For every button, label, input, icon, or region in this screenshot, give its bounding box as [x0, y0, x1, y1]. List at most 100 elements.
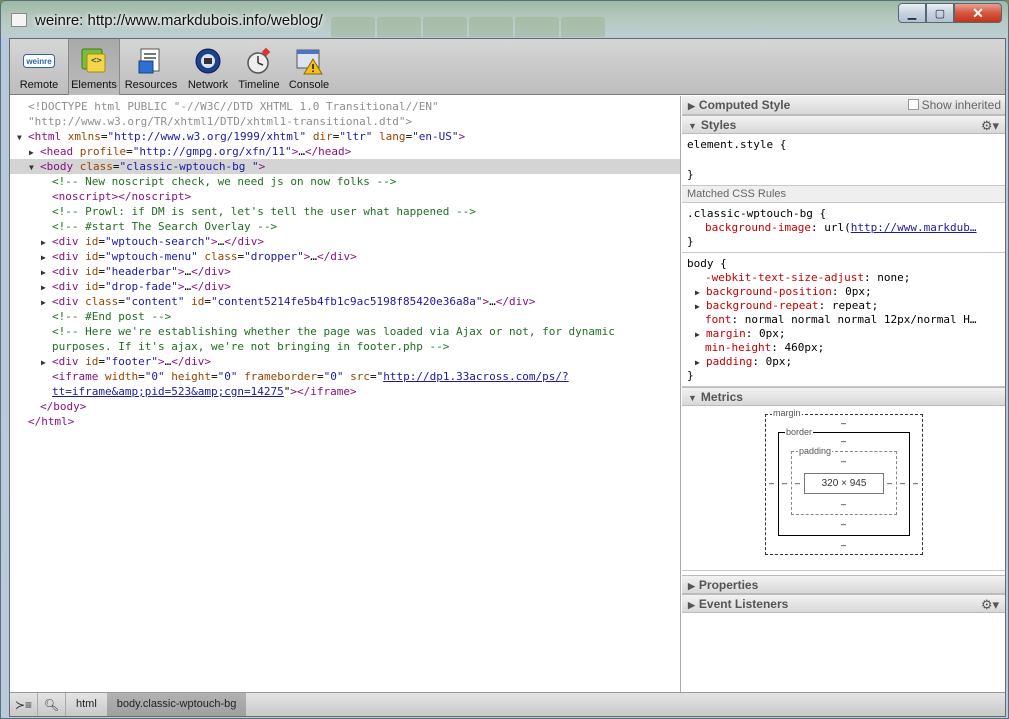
dom-node-comment[interactable]: <!-- #End post -->	[10, 309, 680, 324]
collapsed-triangle-icon[interactable]: ▶	[41, 250, 52, 264]
toolbar: weinre Remote <> Elements Resources Netw…	[10, 39, 1005, 95]
toolbar-remote[interactable]: weinre Remote	[10, 39, 68, 95]
dom-node-div-menu[interactable]: ▶ <div id="wptouch-menu" class="dropper">…	[10, 249, 680, 264]
styles-header[interactable]: ▼ Styles ⚙▾	[682, 115, 1005, 134]
dom-node-close-html[interactable]: </html>	[10, 414, 680, 429]
computed-style-header[interactable]: ▶ Computed Style Show inherited	[682, 96, 1005, 115]
dom-node-body[interactable]: ▼ <body class="classic-wptouch-bg ">	[10, 159, 680, 174]
toolbar-console-label: Console	[288, 79, 330, 91]
margin-label: margin	[772, 408, 802, 418]
show-inherited-toggle[interactable]: Show inherited	[907, 96, 1001, 114]
app-icon	[11, 13, 27, 27]
collapsed-triangle-icon[interactable]: ▶	[695, 286, 706, 299]
background-image-link[interactable]: http://www.markdub…	[851, 221, 977, 234]
properties-header[interactable]: ▶ Properties	[682, 575, 1005, 594]
dom-node-div-footer[interactable]: ▶ <div id="footer">…</div>	[10, 354, 680, 369]
inspector-client: weinre Remote <> Elements Resources Netw…	[9, 38, 1006, 717]
toolbar-elements-label: Elements	[71, 79, 117, 91]
svg-text:<>: <>	[91, 56, 102, 66]
dock-console-button[interactable]: ≻≡	[10, 693, 38, 716]
close-button[interactable]: ✕	[954, 3, 1002, 23]
dom-node-div-search[interactable]: ▶ <div id="wptouch-search">…</div>	[10, 234, 680, 249]
dom-tree[interactable]: <!DOCTYPE html PUBLIC "-//W3C//DTD XHTML…	[10, 96, 681, 692]
toolbar-timeline-label: Timeline	[238, 79, 280, 91]
gear-icon[interactable]: ⚙▾	[981, 596, 999, 614]
metrics-header[interactable]: ▼ Metrics	[682, 387, 1005, 406]
toolbar-network[interactable]: Network	[182, 39, 234, 95]
search-button[interactable]: 🔍︎	[38, 693, 66, 716]
collapsed-triangle-icon[interactable]: ▶	[29, 145, 40, 159]
search-icon: 🔍︎	[43, 697, 60, 712]
element-style-rule[interactable]: element.style { }	[682, 134, 1005, 186]
styles-sidebar: ▶ Computed Style Show inherited ▼ Styles ⚙…	[682, 96, 1005, 692]
window-title: weinre: http://www.markdubois.info/weblo…	[35, 12, 323, 29]
matched-css-rules-label: Matched CSS Rules	[682, 186, 1005, 203]
elements-icon: <>	[78, 46, 110, 76]
window-controls: ▁ ▢ ✕	[898, 3, 1002, 23]
maximize-button[interactable]: ▢	[926, 3, 954, 23]
expanded-triangle-icon: ▼	[688, 393, 697, 403]
toolbar-network-label: Network	[187, 79, 229, 91]
collapsed-triangle-icon[interactable]: ▶	[695, 356, 706, 369]
collapsed-triangle-icon[interactable]: ▶	[41, 280, 52, 294]
collapsed-triangle-icon[interactable]: ▶	[41, 235, 52, 249]
toolbar-console[interactable]: Console	[284, 39, 334, 95]
dom-node-div-content[interactable]: ▶ <div class="content" id="content5214fe5…	[10, 294, 680, 309]
dom-node-doctype[interactable]: <!DOCTYPE html PUBLIC "-//W3C//DTD XHTML…	[10, 99, 680, 114]
dom-node-iframe[interactable]: <iframe width="0" height="0" frameborder…	[10, 369, 680, 384]
toolbar-elements[interactable]: <> Elements	[68, 39, 120, 95]
collapsed-triangle-icon[interactable]: ▶	[41, 295, 52, 309]
dom-node-div-dropfade[interactable]: ▶ <div id="drop-fade">…</div>	[10, 279, 680, 294]
padding-label: padding	[798, 446, 833, 456]
dom-node-comment[interactable]: <!-- #start The Search Overlay -->	[10, 219, 680, 234]
gear-icon[interactable]: ⚙▾	[981, 117, 999, 135]
css-rule-classic-wptouch-bg[interactable]: .classic-wptouch-bg { background-image: …	[682, 203, 1005, 253]
expanded-triangle-icon: ▼	[688, 121, 697, 131]
app-window: weinre: http://www.markdubois.info/weblo…	[0, 0, 1009, 719]
status-bar: ≻≡ 🔍︎ html body.classic-wptouch-bg	[10, 692, 1005, 716]
dom-node-html[interactable]: ▼ <html xmlns="http://www.w3.org/1999/xht…	[10, 129, 680, 144]
toolbar-resources-label: Resources	[124, 79, 178, 91]
toolbar-resources[interactable]: Resources	[120, 39, 182, 95]
collapsed-triangle-icon: ▶	[688, 600, 695, 610]
resources-icon	[135, 46, 167, 76]
console-prompt-icon: ≻≡	[14, 697, 33, 712]
expanded-triangle-icon[interactable]: ▼	[17, 130, 28, 144]
collapsed-triangle-icon[interactable]: ▶	[41, 265, 52, 279]
dom-node-doctype-cont[interactable]: "http://www.w3.org/TR/xhtml1/DTD/xhtml1-…	[10, 114, 680, 129]
background-tabs	[331, 17, 605, 37]
dom-node-comment[interactable]: <!-- Prowl: if DM is sent, let's tell th…	[10, 204, 680, 219]
dom-node-iframe-cont[interactable]: tt=iframe&amp;pid=523&amp;cgn=14275"></i…	[10, 384, 680, 399]
toolbar-timeline[interactable]: Timeline	[234, 39, 284, 95]
title-bar[interactable]: weinre: http://www.markdubois.info/weblo…	[1, 1, 1008, 37]
minimize-button[interactable]: ▁	[898, 3, 926, 23]
dom-node-noscript[interactable]: <noscript></noscript>	[10, 189, 680, 204]
dom-node-comment[interactable]: <!-- New noscript check, we need js on n…	[10, 174, 680, 189]
content-box: 320 × 945	[804, 473, 884, 494]
collapsed-triangle-icon[interactable]: ▶	[695, 300, 706, 313]
collapsed-triangle-icon[interactable]: ▶	[695, 328, 706, 341]
dom-node-comment-cont[interactable]: purposes. If it's ajax, we're not bringi…	[10, 339, 680, 354]
breadcrumb-html[interactable]: html	[66, 693, 107, 716]
expanded-triangle-icon[interactable]: ▼	[29, 160, 40, 174]
breadcrumb-body[interactable]: body.classic-wptouch-bg	[106, 693, 247, 716]
weinre-logo-icon: weinre	[23, 46, 55, 76]
box-model-diagram: 320 × 945 margin border padding – – – – …	[682, 406, 1005, 571]
dom-node-div-headerbar[interactable]: ▶ <div id="headerbar">…</div>	[10, 264, 680, 279]
collapsed-triangle-icon: ▶	[688, 581, 695, 591]
dom-node-close-body[interactable]: </body>	[10, 399, 680, 414]
border-label: border	[785, 427, 814, 437]
iframe-src-link-cont[interactable]: tt=iframe&amp;pid=523&amp;cgn=14275	[52, 385, 284, 398]
event-listeners-header[interactable]: ▶ Event Listeners ⚙▾	[682, 594, 1005, 613]
network-icon	[192, 46, 224, 76]
iframe-src-link[interactable]: http://dp1.33across.com/ps/?	[383, 370, 568, 383]
collapsed-triangle-icon[interactable]: ▶	[41, 355, 52, 369]
dom-node-head[interactable]: ▶ <head profile="http://gmpg.org/xfn/11">…	[10, 144, 680, 159]
timeline-icon	[243, 46, 275, 76]
css-rule-body[interactable]: body { -webkit-text-size-adjust: none; ▶…	[682, 253, 1005, 387]
svg-text:weinre: weinre	[25, 57, 52, 66]
checkbox-icon[interactable]	[907, 99, 919, 110]
collapsed-triangle-icon: ▶	[688, 101, 695, 111]
toolbar-remote-label: Remote	[19, 79, 59, 91]
dom-node-comment[interactable]: <!-- Here we're establishing whether the…	[10, 324, 680, 339]
